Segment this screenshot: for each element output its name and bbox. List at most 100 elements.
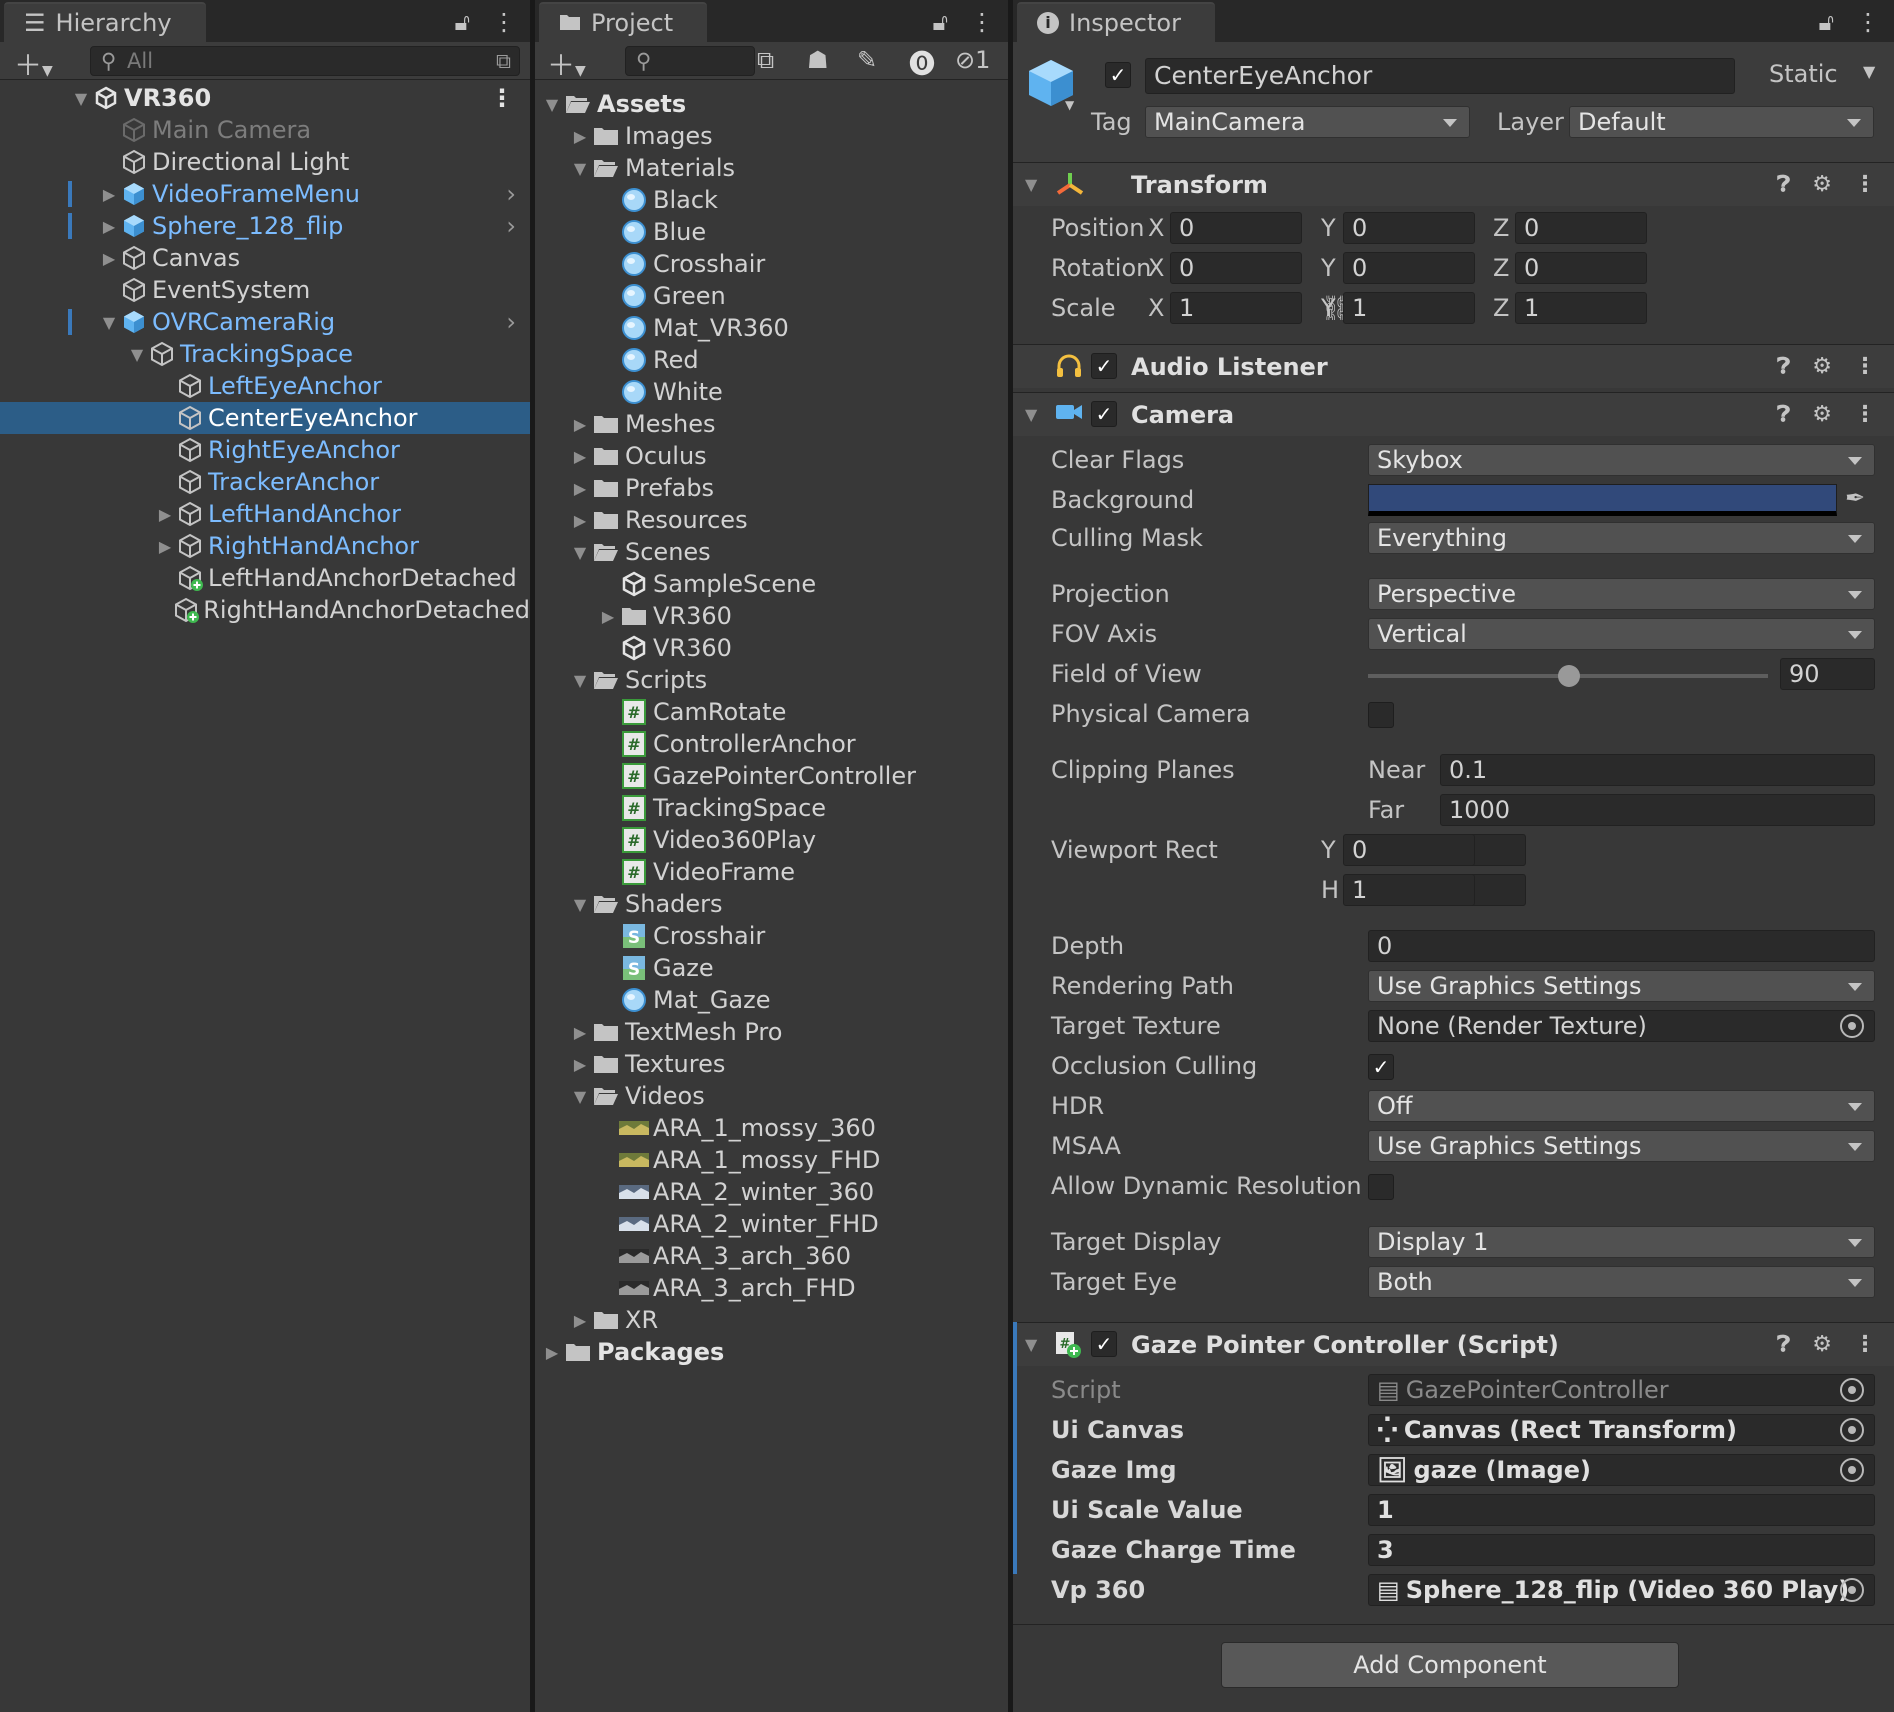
open-prefab-chevron-icon[interactable]: › (506, 212, 516, 240)
hierarchy-item[interactable]: ▶ Sphere_128_flip › (0, 210, 530, 242)
filter-by-type-icon[interactable]: ☗ (807, 46, 829, 74)
hierarchy-item[interactable]: ▼ OVRCameraRig › (0, 306, 530, 338)
expand-arrow-icon[interactable]: ▶ (569, 447, 591, 466)
foldout-arrow-icon[interactable]: ▼ (1025, 1335, 1037, 1354)
tag-dropdown[interactable]: MainCamera (1145, 106, 1470, 138)
project-item[interactable]: ARA_1_mossy_FHD (535, 1144, 1008, 1176)
expand-arrow-icon[interactable]: ▶ (569, 415, 591, 434)
project-item[interactable]: ARA_3_arch_FHD (535, 1272, 1008, 1304)
project-item[interactable]: VR360 (535, 632, 1008, 664)
lock-icon[interactable]: 🔓︎ (1818, 8, 1834, 36)
rotation-y-input[interactable]: 0 (1343, 252, 1475, 284)
lock-icon[interactable]: 🔓︎ (932, 8, 948, 36)
tab-inspector[interactable]: i Inspector (1017, 2, 1215, 42)
expand-arrow-icon[interactable]: ▼ (569, 1087, 591, 1106)
project-item[interactable]: Red (535, 344, 1008, 376)
rendering-path-dropdown[interactable]: Use Graphics Settings (1368, 970, 1875, 1002)
viewport-h-input[interactable]: 1 (1343, 874, 1475, 906)
icon-dropdown-arrow-icon[interactable]: ▼ (1065, 98, 1074, 112)
component-menu-icon[interactable]: ⋮ (1854, 402, 1876, 427)
project-item[interactable]: Mat_Gaze (535, 984, 1008, 1016)
hierarchy-item[interactable]: ▶ VideoFrameMenu › (0, 178, 530, 210)
filter-by-label-icon[interactable]: ✎ (857, 46, 877, 74)
hierarchy-item[interactable]: LeftHandAnchorDetached (0, 562, 530, 594)
scene-menu-icon[interactable]: ⋮ (490, 84, 514, 112)
open-prefab-chevron-icon[interactable]: › (506, 308, 516, 336)
project-item[interactable]: ARA_2_winter_360 (535, 1176, 1008, 1208)
help-icon[interactable]: ❓︎ (1777, 172, 1790, 197)
expand-arrow-icon[interactable]: ▶ (98, 249, 120, 268)
target-eye-dropdown[interactable]: Both (1368, 1266, 1875, 1298)
expand-arrow-icon[interactable]: ▼ (126, 345, 148, 364)
object-picker-icon[interactable] (1840, 1578, 1864, 1602)
expand-arrow-icon[interactable]: ▼ (98, 313, 120, 332)
expand-arrow-icon[interactable]: ▶ (569, 511, 591, 530)
active-checkbox[interactable]: ✓ (1105, 62, 1131, 88)
project-item[interactable]: White (535, 376, 1008, 408)
hierarchy-item[interactable]: RightEyeAnchor (0, 434, 530, 466)
ui-canvas-field[interactable]: ⁛ Canvas (Rect Transform) (1368, 1414, 1875, 1446)
foldout-arrow-icon[interactable]: ▼ (1025, 175, 1037, 194)
menu-kebab-icon[interactable]: ⋮ (492, 8, 516, 36)
hierarchy-search-input[interactable]: ⚲ All ⧉ (90, 46, 520, 76)
expand-arrow-icon[interactable]: ▼ (541, 95, 563, 114)
help-icon[interactable]: ❓︎ (1777, 354, 1790, 379)
project-item[interactable]: ▶ XR (535, 1304, 1008, 1336)
msaa-dropdown[interactable]: Use Graphics Settings (1368, 1130, 1875, 1162)
add-component-button[interactable]: Add Component (1221, 1642, 1679, 1688)
component-menu-icon[interactable]: ⋮ (1854, 1332, 1876, 1357)
hierarchy-item[interactable]: Main Camera (0, 114, 530, 146)
audio-listener-enabled-checkbox[interactable]: ✓ (1091, 353, 1117, 379)
expand-arrow-icon[interactable]: ▼ (569, 895, 591, 914)
gaze-script-header[interactable]: ▼ # ✓ Gaze Pointer Controller (Script) ❓︎ ⚙︎ ⋮ (1013, 1322, 1894, 1366)
depth-input[interactable]: 0 (1368, 930, 1875, 962)
dynamic-resolution-checkbox[interactable] (1368, 1174, 1394, 1200)
project-item[interactable]: # TrackingSpace (535, 792, 1008, 824)
hierarchy-item[interactable]: RightHandAnchorDetached (0, 594, 530, 626)
project-item[interactable]: S Crosshair (535, 920, 1008, 952)
search-by-type-icon[interactable]: ⧉ (757, 46, 774, 74)
component-menu-icon[interactable]: ⋮ (1854, 172, 1876, 197)
project-search-input[interactable]: ⚲ (625, 46, 755, 76)
project-item[interactable]: SampleScene (535, 568, 1008, 600)
project-item[interactable]: ▼ Materials (535, 152, 1008, 184)
object-picker-icon[interactable] (1840, 1418, 1864, 1442)
presets-icon[interactable]: ⚙︎ (1812, 172, 1832, 197)
project-item[interactable]: # VideoFrame (535, 856, 1008, 888)
project-item[interactable]: ▶ Packages (535, 1336, 1008, 1368)
lock-icon[interactable]: 🔓︎ (454, 8, 470, 36)
target-texture-field[interactable]: None (Render Texture) (1368, 1010, 1875, 1042)
expand-arrow-icon[interactable]: ▶ (569, 1055, 591, 1074)
expand-arrow-icon[interactable]: ▶ (541, 1343, 563, 1362)
presets-icon[interactable]: ⚙︎ (1812, 1332, 1832, 1357)
project-item[interactable]: ▶ VR360 (535, 600, 1008, 632)
project-item[interactable]: ▶ Meshes (535, 408, 1008, 440)
object-name-input[interactable]: CenterEyeAnchor (1145, 58, 1735, 94)
hierarchy-item[interactable]: ▶ Canvas (0, 242, 530, 274)
project-item[interactable]: ▶ Resources (535, 504, 1008, 536)
expand-arrow-icon[interactable]: ▶ (98, 185, 120, 204)
open-prefab-chevron-icon[interactable]: › (506, 180, 516, 208)
help-icon[interactable]: ❓︎ (1777, 402, 1790, 427)
expand-arrow-icon[interactable]: ▶ (154, 505, 176, 524)
project-item[interactable]: # CamRotate (535, 696, 1008, 728)
layer-dropdown[interactable]: Default (1569, 106, 1874, 138)
project-item[interactable]: ▼ Shaders (535, 888, 1008, 920)
occlusion-culling-checkbox[interactable]: ✓ (1368, 1054, 1394, 1080)
position-y-input[interactable]: 0 (1343, 212, 1475, 244)
project-item[interactable]: ▶ Images (535, 120, 1008, 152)
fov-input[interactable]: 90 (1780, 658, 1875, 690)
project-item[interactable]: ▼ Assets (535, 88, 1008, 120)
hierarchy-item[interactable]: TrackerAnchor (0, 466, 530, 498)
project-item[interactable]: ▼ Scenes (535, 536, 1008, 568)
console-warning-icon[interactable]: ⓿ (909, 44, 935, 81)
rotation-z-input[interactable]: 0 (1515, 252, 1647, 284)
expand-arrow-icon[interactable]: ▼ (569, 159, 591, 178)
project-item[interactable]: Crosshair (535, 248, 1008, 280)
project-item[interactable]: Mat_VR360 (535, 312, 1008, 344)
expand-arrow-icon[interactable]: ▶ (597, 607, 619, 626)
hierarchy-item[interactable]: ▶ LeftHandAnchor (0, 498, 530, 530)
scale-z-input[interactable]: 1 (1515, 292, 1647, 324)
hierarchy-item[interactable]: CenterEyeAnchor (0, 402, 530, 434)
near-input[interactable]: 0.1 (1440, 754, 1875, 786)
